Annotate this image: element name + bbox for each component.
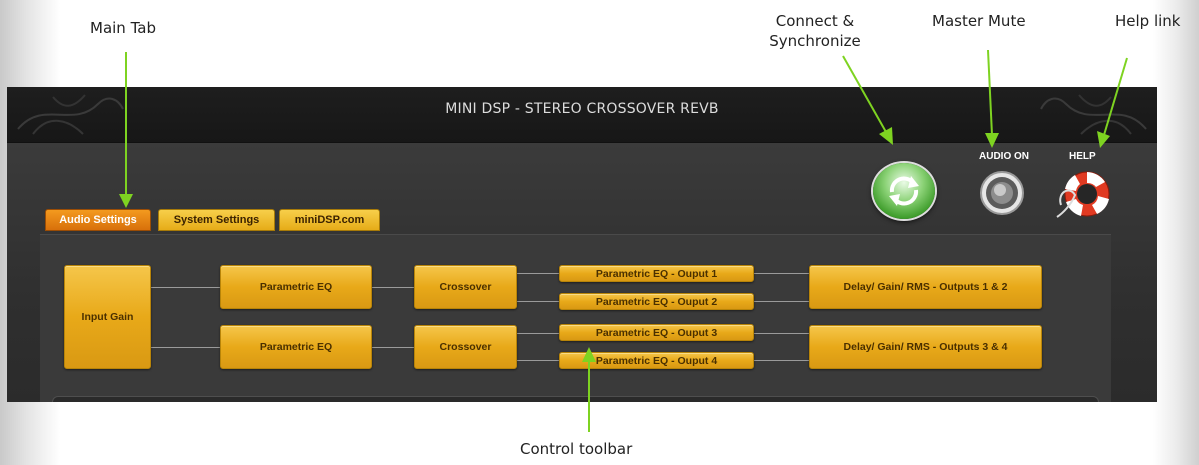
wire: [372, 347, 414, 348]
tab-system-settings[interactable]: System Settings: [158, 209, 275, 231]
callout-connect-line2: Synchronize: [769, 32, 861, 50]
tab-minidsp-com[interactable]: miniDSP.com: [279, 209, 380, 231]
wire: [753, 301, 809, 302]
wire: [516, 301, 559, 302]
delay-gain-rms-34-button[interactable]: Delay/ Gain/ RMS - Outputs 3 & 4: [809, 325, 1042, 369]
sync-icon: [889, 176, 919, 206]
audio-on-label: AUDIO ON: [979, 151, 1029, 162]
audio-settings-panel: [40, 234, 1111, 402]
parametric-eq-1-button[interactable]: Parametric EQ: [220, 265, 372, 309]
delay-gain-rms-12-button[interactable]: Delay/ Gain/ RMS - Outputs 1 & 2: [809, 265, 1042, 309]
help-button[interactable]: [1053, 165, 1115, 221]
master-mute-button[interactable]: [979, 165, 1025, 217]
output-1-peq-button[interactable]: Parametric EQ - Ouput 1: [559, 265, 754, 282]
speaker-icon: [980, 171, 1024, 215]
wire: [516, 273, 559, 274]
callout-connect-line1: Connect &: [775, 12, 855, 30]
callout-master-mute: Master Mute: [932, 12, 1026, 30]
wire: [753, 360, 809, 361]
inner-frame: [52, 396, 1099, 402]
wire: [753, 273, 809, 274]
callout-connect: Connect & Synchronize: [755, 11, 875, 51]
app-title: MINI DSP - STEREO CROSSOVER REVB: [445, 101, 719, 117]
wire: [753, 333, 809, 334]
title-bar: MINI DSP - STEREO CROSSOVER REVB: [7, 87, 1157, 143]
callout-control-toolbar: Control toolbar: [520, 440, 633, 458]
output-4-peq-button[interactable]: Parametric EQ - Ouput 4: [559, 352, 754, 369]
connect-sync-button[interactable]: [873, 163, 935, 219]
wire: [516, 333, 559, 334]
wire: [150, 287, 220, 288]
wire: [150, 347, 220, 348]
output-2-peq-button[interactable]: Parametric EQ - Ouput 2: [559, 293, 754, 310]
input-gain-button[interactable]: Input Gain: [64, 265, 151, 369]
lifebuoy-icon: [1056, 171, 1110, 218]
callout-main-tab: Main Tab: [90, 19, 156, 37]
right-edge-shade: [1153, 0, 1199, 465]
tab-audio-settings[interactable]: Audio Settings: [45, 209, 151, 231]
wire: [516, 360, 559, 361]
help-label: HELP: [1069, 151, 1096, 162]
callout-help-link: Help link: [1115, 12, 1181, 30]
crossover-1-button[interactable]: Crossover: [414, 265, 517, 309]
crossover-2-button[interactable]: Crossover: [414, 325, 517, 369]
app-window: MINI DSP - STEREO CROSSOVER REVB AUDIO O…: [7, 87, 1157, 402]
wire: [372, 287, 414, 288]
parametric-eq-2-button[interactable]: Parametric EQ: [220, 325, 372, 369]
output-3-peq-button[interactable]: Parametric EQ - Ouput 3: [559, 324, 754, 341]
